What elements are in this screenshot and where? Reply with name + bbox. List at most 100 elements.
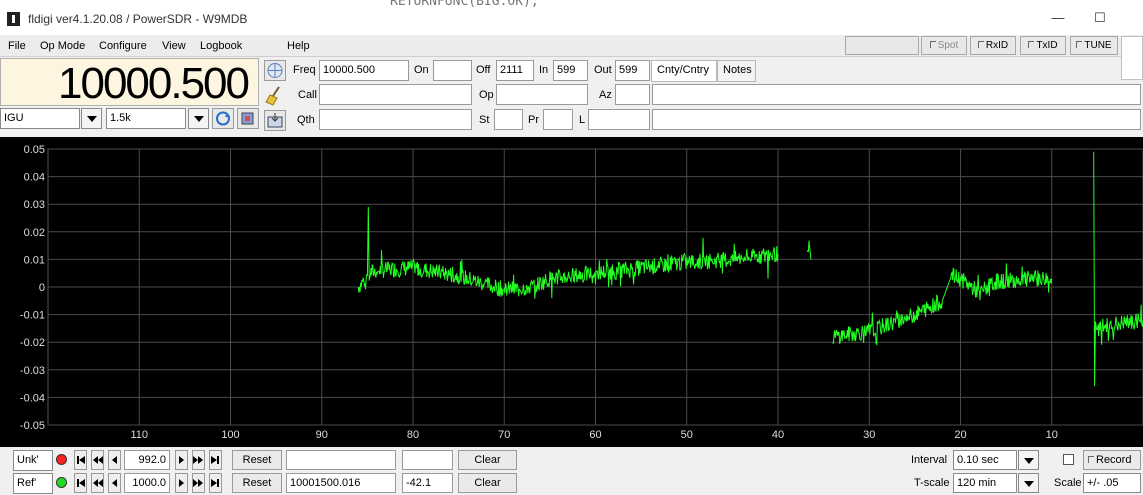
y-tick-label: -0.01 (20, 310, 45, 322)
off-label: Off (476, 64, 491, 76)
y-tick-label: 0.05 (24, 144, 45, 156)
y-tick-label: 0.01 (24, 254, 45, 266)
background-code-text: RETURNFUNC(BIG.OK); (390, 0, 539, 9)
freq-label: Freq (293, 64, 316, 76)
tab-notes[interactable]: Notes (717, 60, 756, 82)
unk-fast-back-button[interactable] (91, 450, 104, 470)
ref-offset-field[interactable]: -42.1 (402, 473, 453, 493)
x-tick-label: 70 (498, 429, 510, 441)
locator-field[interactable] (588, 109, 650, 130)
ref-value-field[interactable]: 1000.0 (124, 473, 170, 493)
menu-logbook[interactable]: Logbook (200, 40, 242, 52)
unk-last-button[interactable] (209, 450, 222, 470)
txid-button[interactable]: TxID (1020, 36, 1066, 55)
ref-back-button[interactable] (108, 473, 121, 493)
ref-first-button[interactable] (74, 473, 87, 493)
interval-select[interactable]: 0.10 sec (953, 450, 1017, 470)
frequency-analysis-plot: 0.05 0.04 0.03 0.02 0.01 0 -0.01 -0.02 -0.03 -0.0… (0, 137, 1143, 447)
y-tick-label: -0.03 (20, 365, 45, 377)
unk-first-button[interactable] (74, 450, 87, 470)
rxid-button[interactable]: RxID (970, 36, 1016, 55)
tune-button[interactable]: TUNE (1070, 36, 1118, 55)
st-label: St (479, 114, 490, 126)
ref-label: Ref' (13, 473, 53, 494)
y-tick-label: 0.02 (24, 227, 45, 239)
rst-in-field[interactable]: 599 (553, 60, 588, 81)
sideband-select[interactable]: IGU (0, 108, 80, 129)
y-tick-label: 0.04 (24, 172, 45, 184)
tscale-dropdown-arrow[interactable] (1018, 473, 1039, 493)
x-tick-label: 40 (772, 429, 784, 441)
menu-file[interactable]: File (8, 40, 26, 52)
pr-field[interactable] (543, 109, 573, 130)
maximize-button[interactable]: ☐ (1085, 6, 1115, 30)
record-button[interactable]: Record (1083, 450, 1141, 470)
ref-last-button[interactable] (209, 473, 222, 493)
az-field[interactable] (615, 84, 650, 105)
scope-icon[interactable] (237, 108, 259, 129)
refresh-icon[interactable] (212, 108, 234, 129)
l-label: L (579, 114, 586, 126)
frequency-display[interactable]: 10000.500 (0, 58, 259, 108)
menu-op-mode[interactable]: Op Mode (40, 40, 85, 52)
unk-forward-button[interactable] (175, 450, 188, 470)
ref-forward-button[interactable] (175, 473, 188, 493)
ref-clear-button[interactable]: Clear (458, 473, 517, 493)
x-tick-label: 10 (1046, 429, 1058, 441)
toolbar-blank-button[interactable] (845, 36, 919, 55)
y-tick-label: -0.05 (20, 420, 45, 432)
bandwidth-select[interactable]: 1.5k (106, 108, 186, 129)
x-tick-label: 50 (681, 429, 693, 441)
off-field[interactable]: 2111 (496, 60, 534, 81)
st-field[interactable] (494, 109, 523, 130)
y-tick-label: -0.04 (20, 392, 45, 404)
ref-fast-back-button[interactable] (91, 473, 104, 493)
x-tick-label: 100 (221, 429, 239, 441)
country-field[interactable] (652, 84, 1141, 105)
freq-field[interactable]: 10000.500 (319, 60, 409, 81)
x-tick-label: 30 (863, 429, 875, 441)
tab-cnty-cntry[interactable]: Cnty/Cntry (651, 60, 717, 82)
call-field[interactable] (319, 84, 472, 105)
x-tick-label: 80 (407, 429, 419, 441)
op-field[interactable] (496, 84, 588, 105)
broom-icon[interactable] (264, 85, 286, 106)
record-checkbox[interactable] (1063, 454, 1074, 465)
menu-view[interactable]: View (162, 40, 186, 52)
unk-value-field[interactable]: 992.0 (124, 450, 170, 470)
interval-dropdown-arrow[interactable] (1018, 450, 1039, 470)
ref-freq-field[interactable]: 10001500.016 (286, 473, 396, 493)
az-label: Az (599, 89, 612, 101)
x-tick-label: 110 (130, 429, 148, 441)
bandwidth-dropdown-arrow[interactable] (188, 108, 209, 129)
scale-field[interactable]: +/- .05 (1083, 473, 1141, 493)
pr-label: Pr (528, 114, 539, 126)
sideband-dropdown-arrow[interactable] (81, 108, 102, 129)
qth-field[interactable] (319, 109, 472, 130)
globe-icon[interactable] (264, 60, 286, 81)
unk-back-button[interactable] (108, 450, 121, 470)
unk-offset-field[interactable] (402, 450, 453, 470)
rst-out-field[interactable]: 599 (615, 60, 650, 81)
unk-clear-button[interactable]: Clear (458, 450, 517, 470)
window-title: fldigi ver4.1.20.08 / PowerSDR - W9MDB (28, 12, 248, 26)
y-tick-label: 0.03 (24, 199, 45, 211)
unk-status-led (56, 454, 67, 465)
unk-freq-field[interactable] (286, 450, 396, 470)
unk-fast-forward-button[interactable] (192, 450, 205, 470)
tscale-select[interactable]: 120 min (953, 473, 1017, 493)
unk-reset-button[interactable]: Reset (232, 450, 282, 470)
interval-label: Interval (911, 454, 948, 466)
ref-fast-forward-button[interactable] (192, 473, 205, 493)
in-label: In (539, 64, 549, 76)
spot-button[interactable]: Spot (921, 36, 967, 55)
on-field[interactable] (433, 60, 472, 81)
ref-reset-button[interactable]: Reset (232, 473, 282, 493)
notes-field[interactable] (652, 109, 1141, 130)
minimize-button[interactable]: — (1043, 6, 1073, 30)
menu-help[interactable]: Help (287, 40, 310, 52)
app-icon (7, 12, 20, 26)
menu-configure[interactable]: Configure (99, 40, 147, 52)
save-log-icon[interactable] (264, 110, 286, 131)
tscale-label: T-scale (914, 477, 950, 489)
